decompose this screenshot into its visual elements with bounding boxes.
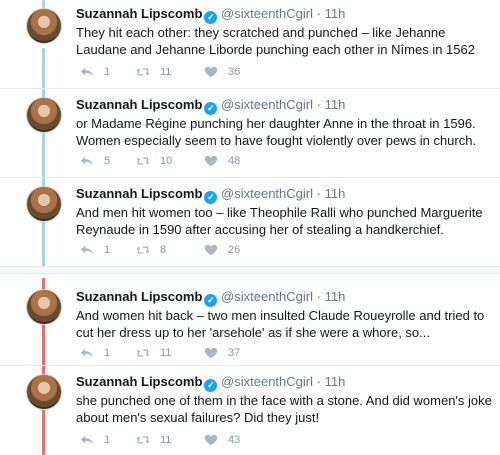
like-count: 37 xyxy=(228,347,241,359)
author-handle[interactable]: @sixteenthCgirl xyxy=(221,186,313,201)
reply-button[interactable]: 5 xyxy=(80,153,110,169)
avatar[interactable] xyxy=(26,8,62,44)
reply-icon xyxy=(80,348,94,358)
tweet-actions: 1 11 37 xyxy=(76,345,376,361)
avatar[interactable] xyxy=(26,374,62,410)
author-name[interactable]: Suzannah Lipscomb xyxy=(76,97,202,112)
timestamp[interactable]: 11h xyxy=(325,186,346,201)
like-button[interactable]: 26 xyxy=(204,242,240,258)
separator-dot: · xyxy=(316,374,321,389)
author-handle[interactable]: @sixteenthCgirl xyxy=(221,289,313,304)
separator-dot: · xyxy=(316,97,321,112)
reply-button[interactable]: 1 xyxy=(80,64,110,80)
separator-dot: · xyxy=(316,6,321,21)
reply-button[interactable]: 1 xyxy=(80,242,110,258)
tweet-actions: 1 11 36 xyxy=(76,64,376,80)
reply-count: 5 xyxy=(104,155,111,167)
tweet-text: And women hit back – two men insulted Cl… xyxy=(76,308,485,340)
like-button[interactable]: 48 xyxy=(204,153,240,169)
retweet-count: 11 xyxy=(160,347,172,359)
heart-icon xyxy=(204,155,218,167)
reply-icon xyxy=(80,67,94,77)
retweet-count: 10 xyxy=(160,155,173,167)
heart-icon xyxy=(204,244,218,256)
verified-badge-icon: ✓ xyxy=(204,102,218,115)
reply-button[interactable]: 1 xyxy=(80,345,110,361)
tweet[interactable]: Suzannah Lipscomb ✓ @sixteenthCgirl · 11h… xyxy=(0,366,500,455)
retweet-icon xyxy=(136,68,150,76)
tweet-actions: 5 10 48 xyxy=(76,153,376,169)
tweet-actions: 1 8 26 xyxy=(76,242,376,258)
reply-count: 1 xyxy=(104,434,111,446)
verified-badge-icon: ✓ xyxy=(204,294,218,307)
retweet-count: 11 xyxy=(160,434,172,446)
like-count: 36 xyxy=(228,66,241,78)
tweet-text: she punched one of them in the face with… xyxy=(76,393,492,425)
tweet-text: And men hit women too – like Theophile R… xyxy=(76,205,483,237)
tweet[interactable]: Suzannah Lipscomb ✓ @sixteenthCgirl · 11h… xyxy=(0,89,500,177)
reply-icon xyxy=(80,245,94,255)
like-count: 26 xyxy=(228,244,241,256)
reply-count: 1 xyxy=(104,244,111,256)
section-gap xyxy=(0,266,500,274)
heart-icon xyxy=(204,434,218,446)
verified-badge-icon: ✓ xyxy=(204,191,218,204)
like-button[interactable]: 36 xyxy=(204,64,240,80)
tweet-text: They hit each other: they scratched and … xyxy=(76,25,475,57)
timestamp[interactable]: 11h xyxy=(325,6,346,21)
retweet-count: 11 xyxy=(160,66,172,78)
author-handle[interactable]: @sixteenthCgirl xyxy=(221,374,313,389)
like-button[interactable]: 37 xyxy=(204,345,240,361)
timestamp[interactable]: 11h xyxy=(325,374,346,389)
tweet[interactable]: Suzannah Lipscomb ✓ @sixteenthCgirl · 11h… xyxy=(0,0,500,88)
author-name[interactable]: Suzannah Lipscomb xyxy=(76,6,202,21)
retweet-button[interactable]: 11 xyxy=(136,432,171,448)
author-handle[interactable]: @sixteenthCgirl xyxy=(221,6,313,21)
reply-icon xyxy=(80,435,94,445)
retweet-icon xyxy=(136,436,150,444)
retweet-count: 8 xyxy=(160,244,167,256)
tweet-actions: 1 11 43 xyxy=(76,432,376,448)
heart-icon xyxy=(204,66,218,78)
author-name[interactable]: Suzannah Lipscomb xyxy=(76,186,202,201)
retweet-icon xyxy=(136,349,150,357)
like-button[interactable]: 43 xyxy=(204,432,240,448)
reply-icon xyxy=(80,156,94,166)
tweet-thread: Suzannah Lipscomb ✓ @sixteenthCgirl · 11h… xyxy=(0,0,500,455)
reply-count: 1 xyxy=(104,347,111,359)
verified-badge-icon: ✓ xyxy=(204,379,218,392)
retweet-icon xyxy=(136,246,150,254)
tweet-text: or Madame Régine punching her daughter A… xyxy=(76,116,477,148)
author-handle[interactable]: @sixteenthCgirl xyxy=(221,97,313,112)
verified-badge-icon: ✓ xyxy=(204,11,218,24)
retweet-button[interactable]: 10 xyxy=(136,153,172,169)
retweet-button[interactable]: 11 xyxy=(136,345,171,361)
retweet-button[interactable]: 8 xyxy=(136,242,166,258)
author-name[interactable]: Suzannah Lipscomb xyxy=(76,289,202,304)
like-count: 43 xyxy=(228,434,241,446)
timestamp[interactable]: 11h xyxy=(325,289,346,304)
reply-count: 1 xyxy=(104,66,111,78)
tweet[interactable]: Suzannah Lipscomb ✓ @sixteenthCgirl · 11h… xyxy=(0,178,500,265)
retweet-button[interactable]: 11 xyxy=(136,64,171,80)
separator-dot: · xyxy=(316,186,321,201)
heart-icon xyxy=(204,347,218,359)
reply-button[interactable]: 1 xyxy=(80,432,110,448)
timestamp[interactable]: 11h xyxy=(325,97,346,112)
tweet[interactable]: Suzannah Lipscomb ✓ @sixteenthCgirl · 11h… xyxy=(0,275,500,365)
like-count: 48 xyxy=(228,155,241,167)
avatar[interactable] xyxy=(26,289,62,325)
retweet-icon xyxy=(136,157,150,165)
separator-dot: · xyxy=(316,289,321,304)
avatar[interactable] xyxy=(26,97,62,133)
avatar[interactable] xyxy=(26,186,62,222)
author-name[interactable]: Suzannah Lipscomb xyxy=(76,374,202,389)
